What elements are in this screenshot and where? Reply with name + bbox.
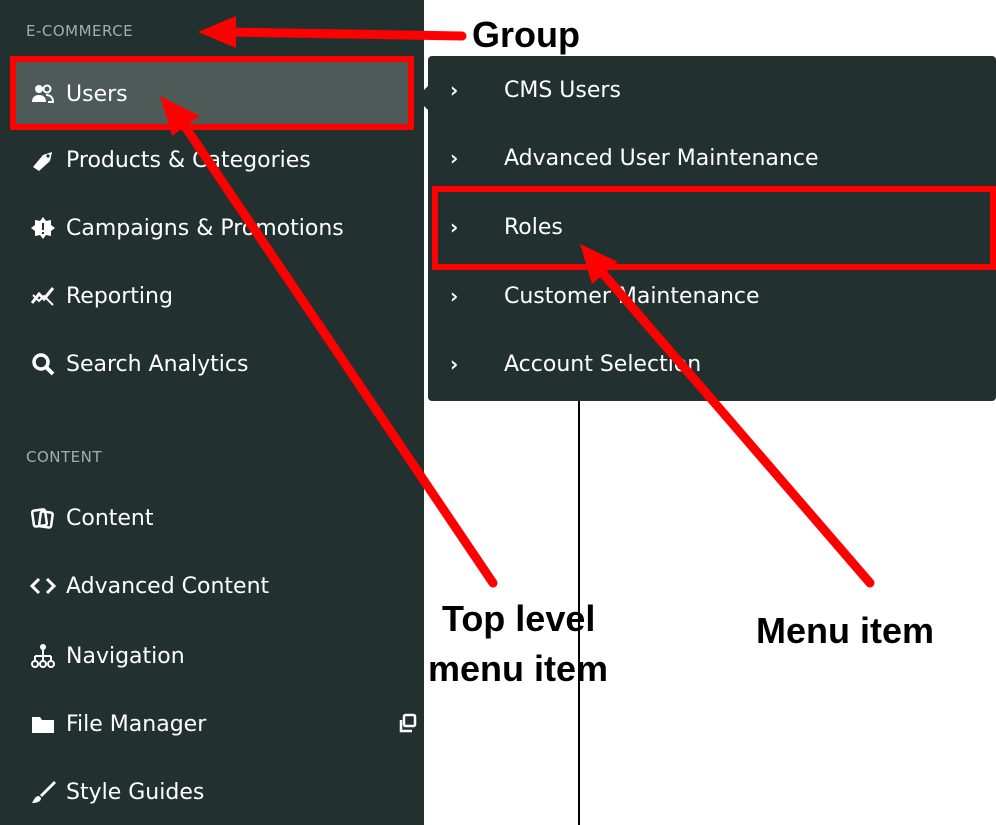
annotation-group: Group (472, 14, 580, 55)
top-level-arrow-line (177, 117, 498, 588)
group-arrow-head (198, 16, 236, 48)
annotation-top-level-line1: Top level (442, 598, 596, 639)
group-arrow-line (223, 27, 467, 41)
annotation-menu-item: Menu item (756, 610, 935, 651)
top-level-arrow-head (160, 96, 200, 136)
menu-item-arrow-line (595, 265, 875, 588)
annotation-arrows (160, 16, 875, 588)
annotation-top-level-line2: menu item (428, 648, 609, 689)
